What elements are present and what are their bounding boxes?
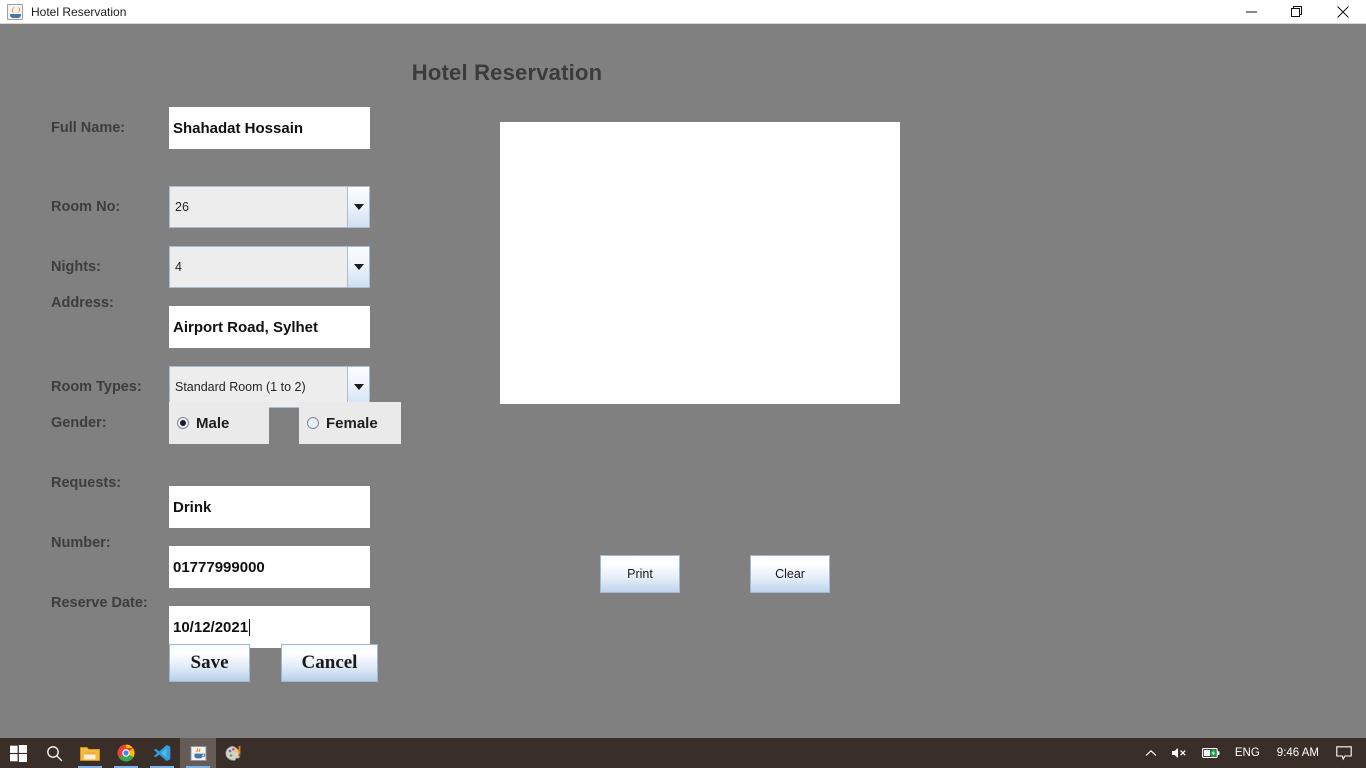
paint-icon[interactable]: [216, 738, 252, 768]
start-button[interactable]: [0, 738, 36, 768]
label-number: Number:: [51, 535, 111, 551]
label-gender: Gender:: [51, 415, 107, 431]
field-row-full-name: Full Name: Shahadat Hossain: [0, 107, 420, 149]
window-title: Hotel Reservation: [31, 4, 127, 19]
app-client-area: Hotel Reservation Full Name: Shahadat Ho…: [0, 24, 1366, 738]
chevron-down-icon[interactable]: [347, 367, 369, 407]
print-button[interactable]: Print: [600, 555, 680, 593]
full-name-input[interactable]: Shahadat Hossain: [169, 107, 370, 149]
field-row-number: Number: 01777999000: [0, 522, 420, 588]
label-address: Address:: [51, 295, 114, 311]
radio-selected-icon: [177, 417, 189, 429]
address-input[interactable]: Airport Road, Sylhet: [169, 306, 370, 348]
field-row-gender: Gender: Male Female: [0, 402, 420, 444]
radio-female-label: Female: [326, 414, 378, 432]
search-icon[interactable]: [36, 738, 72, 768]
close-icon[interactable]: [1320, 0, 1366, 24]
clock[interactable]: 9:46 AM: [1267, 738, 1329, 768]
reserve-date-input[interactable]: 10/12/2021: [169, 606, 370, 648]
field-row-address: Address: Airport Road, Sylhet: [0, 282, 420, 348]
room-no-value: 26: [175, 200, 189, 214]
window-controls: [1228, 0, 1366, 24]
chevron-up-icon[interactable]: [1138, 738, 1164, 768]
java-application-icon[interactable]: [180, 738, 216, 768]
minimize-icon[interactable]: [1228, 0, 1274, 24]
nights-value: 4: [175, 260, 182, 274]
label-full-name: Full Name:: [51, 120, 126, 136]
notification-icon[interactable]: [1329, 738, 1366, 768]
java-coffee-cup-icon: [7, 3, 23, 20]
radio-male[interactable]: Male: [169, 402, 269, 444]
titlebar-left: Hotel Reservation: [0, 3, 127, 20]
windows-taskbar: ENG 9:46 AM: [0, 738, 1366, 768]
clear-button[interactable]: Clear: [750, 555, 830, 593]
label-requests: Requests:: [51, 475, 122, 491]
field-row-room-no: Room No: 26: [0, 186, 420, 228]
reservation-preview-panel[interactable]: [500, 122, 900, 404]
page-title: Hotel Reservation: [411, 60, 603, 85]
label-reserve-date: Reserve Date:: [51, 595, 148, 611]
field-row-requests: Requests: Drink: [0, 462, 420, 528]
cancel-button[interactable]: Cancel: [281, 644, 378, 682]
system-tray: ENG 9:46 AM: [1138, 738, 1366, 768]
label-room-no: Room No:: [51, 199, 121, 215]
file-explorer-icon[interactable]: [72, 738, 108, 768]
window-titlebar: Hotel Reservation: [0, 0, 1366, 24]
chrome-icon[interactable]: [108, 738, 144, 768]
speaker-muted-icon[interactable]: [1164, 738, 1195, 768]
radio-unselected-icon: [307, 417, 319, 429]
language-indicator[interactable]: ENG: [1228, 738, 1267, 768]
battery-charging-icon[interactable]: [1195, 738, 1228, 768]
field-row-reserve-date: Reserve Date: 10/12/2021: [0, 582, 420, 648]
room-types-value: Standard Room (1 to 2): [175, 380, 306, 394]
vscode-icon[interactable]: [144, 738, 180, 768]
save-button[interactable]: Save: [169, 644, 250, 682]
chevron-down-icon[interactable]: [347, 187, 369, 227]
room-no-select[interactable]: 26: [169, 186, 370, 228]
chevron-down-icon[interactable]: [347, 247, 369, 287]
radio-male-label: Male: [196, 414, 230, 432]
restore-icon[interactable]: [1274, 0, 1320, 24]
radio-female[interactable]: Female: [299, 402, 401, 444]
